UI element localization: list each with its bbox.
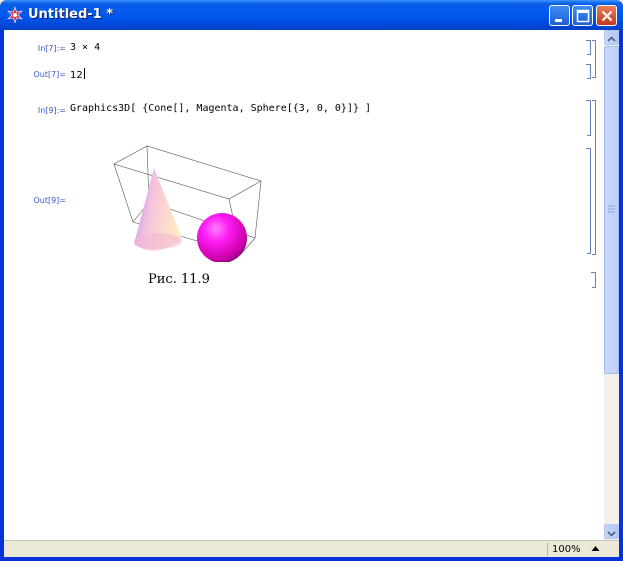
maximize-button[interactable] [572,5,593,26]
mathematica-star-icon [7,7,23,23]
group-bracket[interactable] [592,40,596,78]
chevron-down-icon [607,531,616,537]
graphics3d-output[interactable] [108,142,268,262]
scroll-up-button[interactable] [604,30,619,45]
minimize-icon [555,19,562,22]
sphere-shape [197,213,247,262]
text-cursor [83,68,85,79]
status-divider [547,543,548,556]
output-label: Out[9]= [33,196,66,205]
maximize-icon [576,9,590,23]
window-title: Untitled-1 * [28,7,114,22]
output-value: 12 [70,70,83,81]
cell-bracket[interactable] [586,40,591,55]
cell-bracket[interactable] [586,64,591,79]
cell-bracket[interactable] [586,100,591,136]
grip-icon [608,205,615,213]
cell-bracket[interactable] [591,272,596,288]
scroll-down-button[interactable] [604,524,619,539]
output-label: Out[7]= [33,70,66,79]
vertical-scrollbar[interactable] [604,30,619,540]
minimize-button[interactable] [549,5,570,26]
caret-up-icon[interactable] [591,545,600,553]
zoom-level[interactable]: 100% [552,544,581,555]
chevron-up-icon [607,36,616,42]
status-bar: 100% [4,540,619,557]
close-button[interactable] [596,5,617,26]
notebook-content[interactable]: In[7]:= 3 × 4 Out[7]= 12 In[9]:= Graphic… [4,30,619,557]
cone-shape [134,168,182,251]
notebook-window: Untitled-1 * In[7]:= 3 × 4 Out[7]= 12 In… [0,0,623,561]
title-bar[interactable]: Untitled-1 * [0,0,623,30]
cell-bracket[interactable] [586,148,591,254]
scroll-thumb[interactable] [604,46,619,374]
output-cell[interactable]: 12 [70,68,85,81]
figure-caption: Рис. 11.9 [148,272,210,287]
input-cell[interactable]: Graphics3D[ {Cone[], Magenta, Sphere[{3,… [70,103,371,114]
close-icon [601,10,613,22]
input-label: In[7]:= [37,44,66,53]
input-cell[interactable]: 3 × 4 [70,42,100,53]
group-bracket[interactable] [592,100,596,255]
input-label: In[9]:= [37,106,66,115]
